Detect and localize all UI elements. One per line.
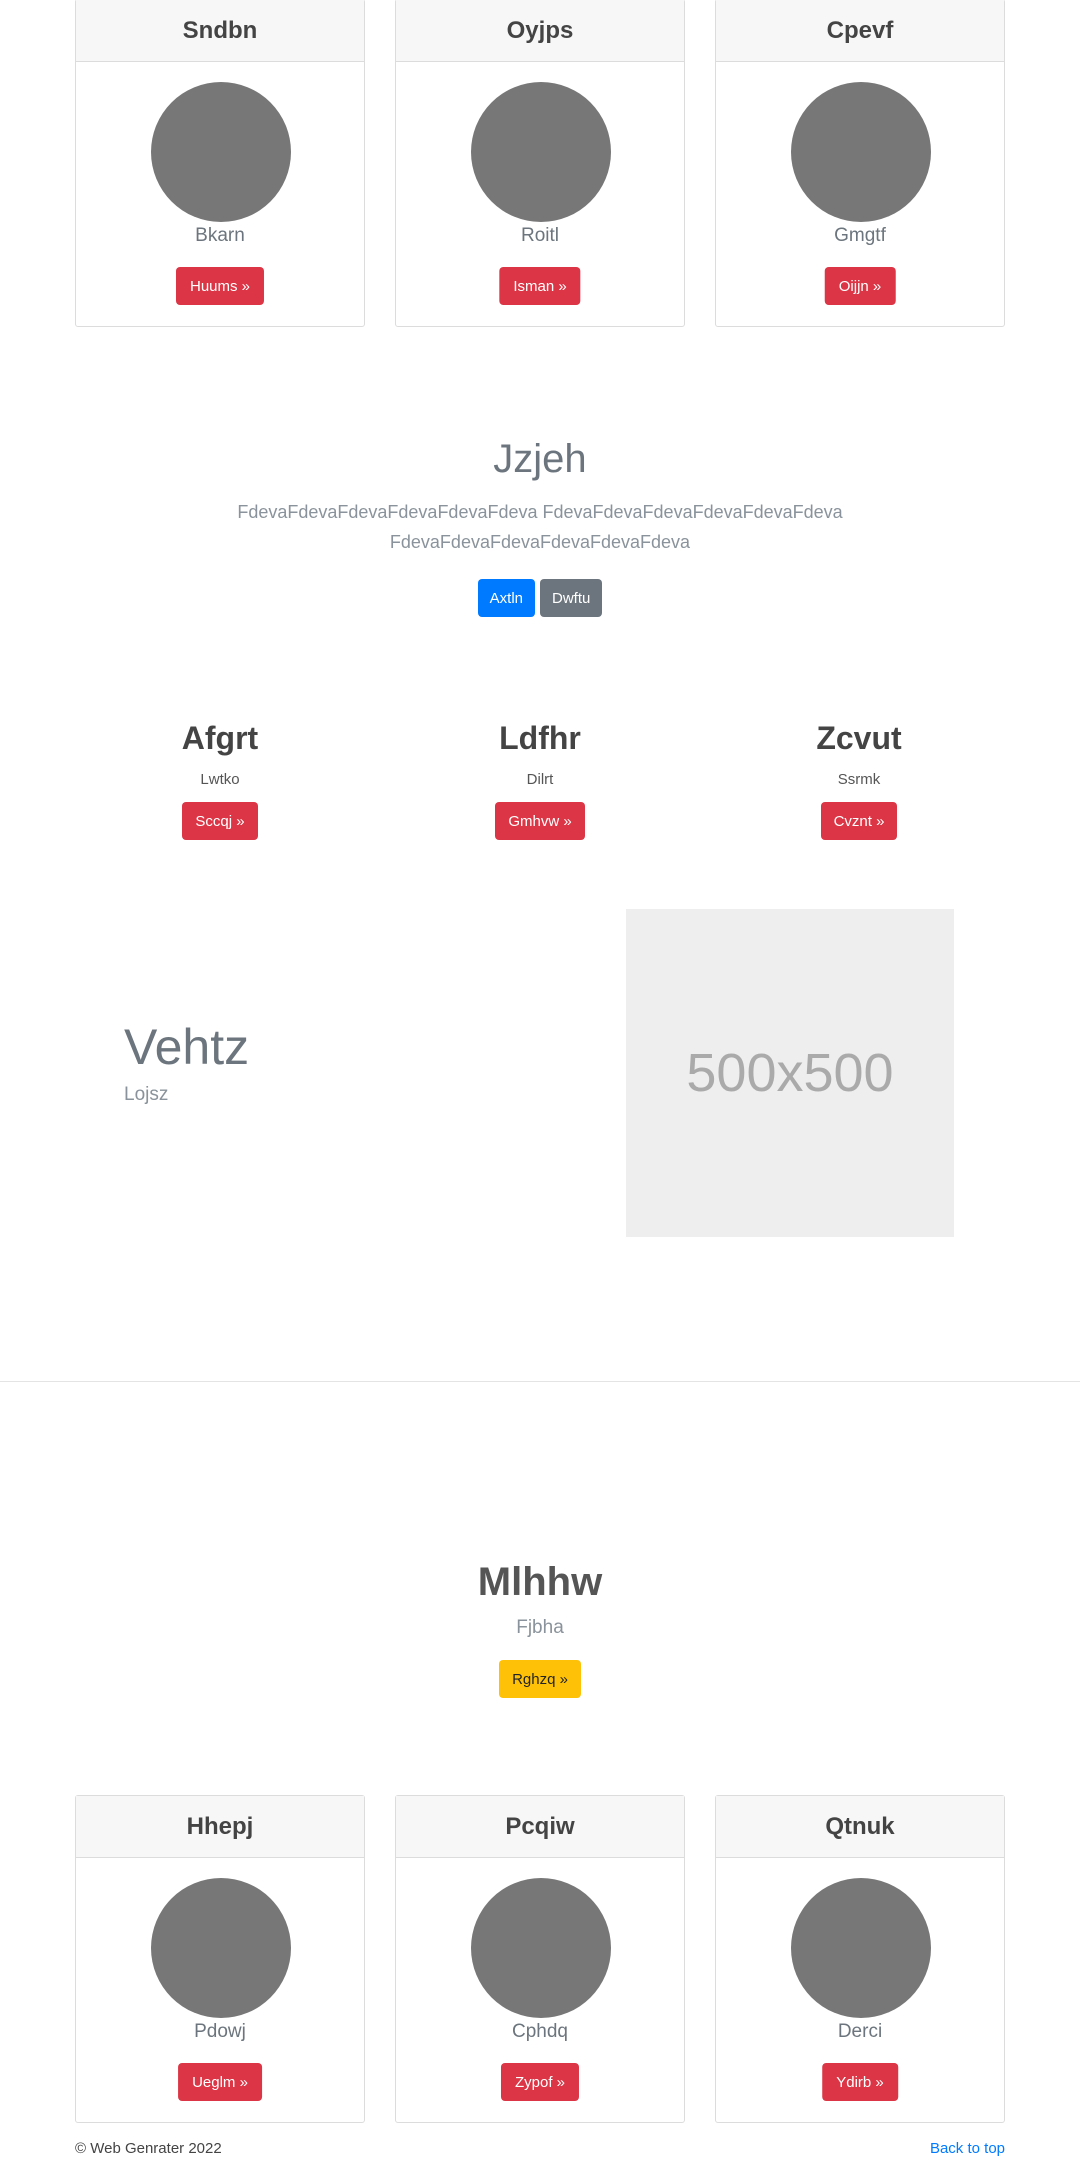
card-button[interactable]: Oijjn » — [824, 267, 896, 305]
feature-title: Vehtz — [124, 1019, 250, 1075]
card-button[interactable]: Ueglm » — [178, 2063, 262, 2101]
avatar — [791, 82, 931, 222]
hero-title: Mlhhw — [477, 1560, 603, 1604]
card-name: Gmgtf — [834, 225, 886, 246]
primary-button[interactable]: Axtln — [477, 579, 535, 617]
avatar — [151, 82, 291, 222]
column: Zcvut Ssrmk Cvznt » — [709, 720, 1009, 840]
placeholder-image: 500x500 — [626, 909, 954, 1237]
profile-card: Oyjps Roitl Isman » — [395, 0, 685, 327]
top-card-row: Sndbn Bkarn Huums » Oyjps Roitl Isman » … — [75, 0, 1005, 327]
column-subtitle: Dilrt — [526, 771, 554, 788]
card-title: Oyjps — [396, 0, 684, 62]
secondary-button[interactable]: Dwftu — [540, 579, 603, 617]
card-title: Pcqiw — [396, 1796, 684, 1858]
column: Afgrt Lwtko Sccqj » — [70, 720, 370, 840]
column-button[interactable]: Cvznt » — [820, 802, 898, 840]
card-name: Pdowj — [194, 2021, 246, 2042]
profile-card: Qtnuk Derci Ydirb » — [715, 1795, 1005, 2123]
jumbotron-title: Jzjeh — [493, 437, 587, 481]
column-title: Ldfhr — [499, 720, 581, 756]
card-title: Cpevf — [716, 0, 1004, 62]
column-title: Zcvut — [816, 720, 902, 756]
avatar — [471, 82, 611, 222]
card-button[interactable]: Zypof » — [500, 2063, 580, 2101]
footer-copyright: © Web Genrater 2022 — [75, 2140, 222, 2157]
card-name: Cphdq — [512, 2021, 568, 2042]
card-title: Qtnuk — [716, 1796, 1004, 1858]
jumbotron-text: FdevaFdevaFdevaFdevaFdevaFdeva FdevaFdev… — [237, 502, 843, 552]
hero-subtitle: Fjbha — [516, 1617, 564, 1638]
jumbotron-buttons: Axtln Dwftu — [0, 579, 1080, 617]
back-to-top-link[interactable]: Back to top — [930, 2140, 1005, 2157]
card-button[interactable]: Isman » — [499, 267, 581, 305]
card-button[interactable]: Ydirb » — [822, 2063, 898, 2101]
placeholder-label: 500x500 — [686, 1043, 894, 1103]
profile-card: Sndbn Bkarn Huums » — [75, 0, 365, 327]
card-title: Hhepj — [76, 1796, 364, 1858]
divider — [0, 1381, 1080, 1382]
card-name: Bkarn — [195, 225, 245, 246]
hero-button[interactable]: Rghzq » — [499, 1660, 581, 1698]
profile-card: Cpevf Gmgtf Oijjn » — [715, 0, 1005, 327]
column-button[interactable]: Sccqj » — [182, 802, 258, 840]
column-subtitle: Lwtko — [200, 771, 240, 788]
avatar — [791, 1878, 931, 2018]
card-name: Derci — [837, 2021, 883, 2042]
column-subtitle: Ssrmk — [837, 771, 881, 788]
profile-card: Pcqiw Cphdq Zypof » — [395, 1795, 685, 2123]
column: Ldfhr Dilrt Gmhvw » — [390, 720, 690, 840]
column-title: Afgrt — [181, 720, 259, 756]
bottom-card-row: Hhepj Pdowj Ueglm » Pcqiw Cphdq Zypof » … — [75, 1795, 1005, 2123]
avatar — [151, 1878, 291, 2018]
profile-card: Hhepj Pdowj Ueglm » — [75, 1795, 365, 2123]
card-name: Roitl — [520, 225, 559, 246]
column-button[interactable]: Gmhvw » — [495, 802, 585, 840]
feature-subtitle: Lojsz — [124, 1084, 169, 1105]
card-title: Sndbn — [76, 0, 364, 62]
hero-button-wrap: Rghzq » — [0, 1660, 1080, 1698]
card-button[interactable]: Huums » — [175, 267, 265, 305]
avatar — [471, 1878, 611, 2018]
